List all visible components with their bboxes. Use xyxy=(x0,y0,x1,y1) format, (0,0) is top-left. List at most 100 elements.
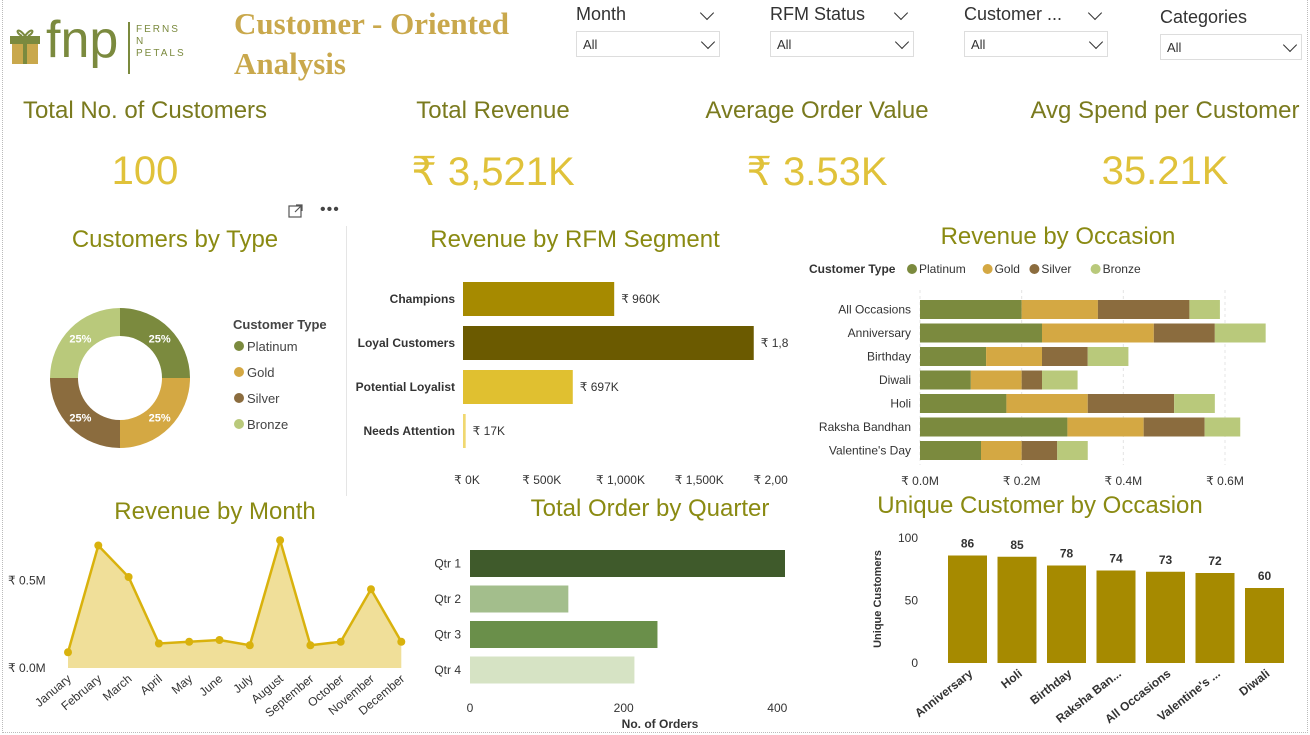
rfm-bar xyxy=(463,370,573,404)
quarter-category-label: Qtr 1 xyxy=(434,557,461,571)
donut-data-label: 25% xyxy=(69,413,91,425)
unique-y-tick: 0 xyxy=(911,656,918,670)
occasion-bar-segment xyxy=(1042,347,1088,366)
kpi-average-order-value: Average Order Value ₹ 3.53K xyxy=(705,97,929,194)
slicer-dropdown[interactable]: All xyxy=(1160,34,1302,60)
unique-y-axis-label: Unique Customers xyxy=(872,550,884,648)
rfm-x-tick: ₹ 500K xyxy=(522,473,561,487)
unique-bar xyxy=(997,556,1037,663)
occasion-bar-segment xyxy=(1087,394,1175,413)
unique-y-tick: 100 xyxy=(898,531,918,545)
month-x-tick: June xyxy=(196,671,225,699)
more-options-icon[interactable]: ••• xyxy=(320,201,340,219)
occasion-bar-segment xyxy=(1087,347,1129,366)
month-point xyxy=(64,648,72,657)
quarter-bar xyxy=(470,585,569,613)
unique-bar xyxy=(1146,571,1185,663)
donut-data-label: 25% xyxy=(149,333,171,345)
kpi-total-revenue: Total Revenue ₹ 3,521K xyxy=(411,97,575,194)
occasion-bar-segment xyxy=(920,347,987,366)
legend-item-bronze: Bronze xyxy=(247,417,288,432)
occasion-bar-segment xyxy=(920,441,981,460)
rfm-x-tick: ₹ 1,500K xyxy=(675,473,724,487)
focus-mode-icon[interactable] xyxy=(288,203,304,219)
chart-title-orders-by-quarter: Total Order by Quarter xyxy=(530,495,770,522)
legend-item-silver: Silver xyxy=(1041,262,1071,276)
month-x-tick: March xyxy=(100,672,135,704)
occasion-x-tick: ₹ 0.4M xyxy=(1105,474,1143,488)
legend-item-gold: Gold xyxy=(247,365,274,380)
rfm-x-tick: ₹ 1,000K xyxy=(596,473,645,487)
month-area xyxy=(68,540,402,668)
slicer-label: Month xyxy=(576,4,627,24)
unique-bar xyxy=(948,555,987,663)
month-point xyxy=(245,641,254,650)
quarter-x-tick: 0 xyxy=(467,701,474,715)
occasion-bar-segment xyxy=(1006,394,1088,413)
unique-x-tick: Diwali xyxy=(1236,666,1272,698)
rfm-data-label: ₹ 960K xyxy=(621,292,660,306)
month-point xyxy=(306,641,315,650)
occasion-bar-segment xyxy=(1042,323,1154,343)
slicer-rfm-status[interactable]: RFM Status All xyxy=(770,4,914,57)
month-x-tick: May xyxy=(169,672,195,697)
revenue-by-rfm-chart: Champions ₹ 960K Loyal Customers ₹ 1,846K Po… xyxy=(356,282,788,487)
rfm-data-label: ₹ 1,846K xyxy=(761,336,788,350)
rfm-bar xyxy=(463,326,754,360)
rfm-category-label: Loyal Customers xyxy=(358,336,456,350)
quarter-category-label: Qtr 3 xyxy=(434,628,461,642)
occasion-bar-segment xyxy=(920,417,1068,437)
unique-data-label: 72 xyxy=(1208,554,1222,568)
occasion-bar-segment xyxy=(1021,441,1058,460)
slicer-dropdown[interactable]: All xyxy=(770,31,914,57)
logo: fnp FERNS N PETALS xyxy=(10,11,200,78)
month-point xyxy=(276,536,285,545)
occasion-bar-segment xyxy=(1174,394,1215,413)
logo-text-2: N xyxy=(136,36,146,47)
occasion-bar-segment xyxy=(970,370,1022,390)
rfm-data-label: ₹ 697K xyxy=(580,380,619,394)
occasion-bar-segment xyxy=(986,347,1042,366)
occasion-category-label: Holi xyxy=(890,397,911,411)
logo-text-1: FERNS xyxy=(136,24,180,35)
unique-data-label: 85 xyxy=(1010,538,1024,552)
chart-title-unique-customer-by-occasion: Unique Customer by Occasion xyxy=(877,492,1203,519)
occasion-bar-segment xyxy=(1153,323,1215,343)
month-point xyxy=(185,637,194,646)
month-point xyxy=(367,585,375,594)
slicer-month[interactable]: Month All xyxy=(576,4,720,57)
slicer-label: Categories xyxy=(1160,7,1248,27)
slicer-categories[interactable]: Categories All xyxy=(1160,7,1302,60)
occasion-bar-segment xyxy=(920,300,1022,319)
legend-item-gold: Gold xyxy=(995,262,1020,276)
rfm-category-label: Needs Attention xyxy=(363,424,455,438)
occasion-x-tick: ₹ 0.6M xyxy=(1206,474,1244,488)
rfm-data-label: ₹ 17K xyxy=(473,424,505,438)
rfm-x-tick: ₹ 2,000K xyxy=(753,473,788,487)
occasion-category-label: Anniversary xyxy=(848,326,911,340)
chevron-down-icon xyxy=(894,34,910,50)
month-x-tick: April xyxy=(137,672,164,698)
rfm-bar xyxy=(463,414,466,448)
legend-marker xyxy=(234,367,244,377)
quarter-x-tick: 200 xyxy=(614,701,634,715)
slicer-dropdown[interactable]: All xyxy=(576,31,720,57)
occasion-bar-segment xyxy=(1067,417,1144,437)
logo-mark: fnp xyxy=(46,11,119,69)
slicer-dropdown[interactable]: All xyxy=(964,31,1108,57)
kpi-avg-spend-per-customer: Avg Spend per Customer 35.21K xyxy=(1030,97,1300,193)
legend-item-bronze: Bronze xyxy=(1103,262,1141,276)
unique-bar xyxy=(1096,570,1136,663)
slicer-customer-type[interactable]: Customer ... All xyxy=(964,4,1108,57)
occasion-category-label: All Occasions xyxy=(838,303,911,317)
chevron-down-icon xyxy=(1088,34,1104,50)
unique-bar xyxy=(1195,573,1235,663)
unique-data-label: 86 xyxy=(961,537,975,551)
occasion-bar-segment xyxy=(1042,370,1078,390)
occasion-bar-segment xyxy=(920,370,971,390)
occasion-x-tick: ₹ 0.0M xyxy=(901,474,939,488)
occasion-category-label: Valentine's Day xyxy=(829,444,911,458)
chart-title-revenue-by-occasion: Revenue by Occasion xyxy=(940,223,1176,250)
unique-x-tick: Birthday xyxy=(1027,666,1074,707)
logo-text-3: PETALS xyxy=(136,48,186,59)
